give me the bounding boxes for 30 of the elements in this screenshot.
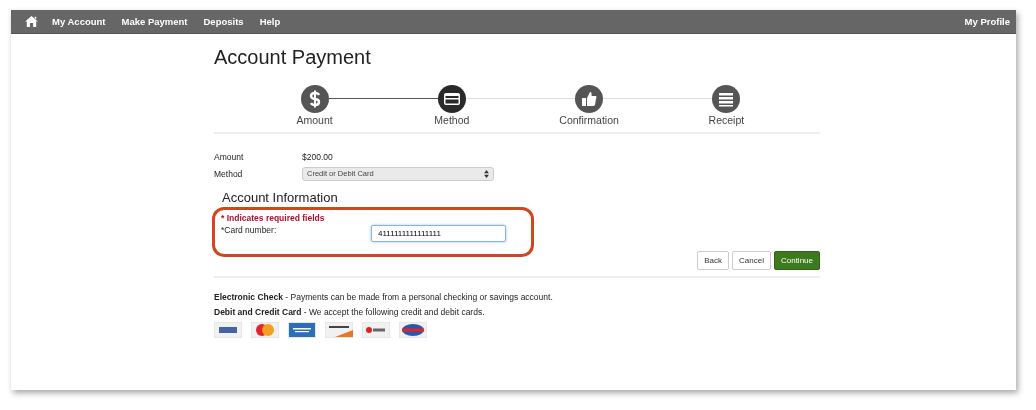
continue-button[interactable]: Continue bbox=[773, 251, 820, 270]
nav-link[interactable]: Make Payment bbox=[121, 16, 188, 27]
step-label: Method bbox=[434, 114, 470, 126]
field-label: Method bbox=[214, 168, 244, 179]
card-logo-icon bbox=[362, 322, 390, 338]
nav-link[interactable]: My Account bbox=[52, 16, 106, 27]
required-note: * Indicates required fields bbox=[221, 213, 326, 223]
section-title: Account Information bbox=[222, 190, 339, 205]
profile-link[interactable]: My Profile bbox=[964, 16, 1010, 27]
field-label: *Card number: bbox=[221, 225, 278, 235]
back-button[interactable]: Back bbox=[697, 251, 730, 270]
card-logo-icon bbox=[251, 322, 279, 338]
nav-link[interactable]: Deposits bbox=[203, 16, 244, 27]
step-label: Amount bbox=[296, 114, 333, 126]
home-icon[interactable] bbox=[25, 16, 38, 27]
nav-link[interactable]: Help bbox=[259, 16, 281, 27]
card-number-input[interactable]: 4111111111111111 bbox=[371, 225, 506, 242]
field-label: Amount bbox=[214, 151, 245, 162]
card-logo-icon bbox=[325, 322, 353, 338]
card-logo-icon bbox=[214, 322, 242, 338]
info-text: Electronic Check - Payments can be made from a personal checking or savings account. bbox=[214, 292, 554, 302]
cancel-button[interactable]: Cancel bbox=[732, 251, 771, 270]
info-text: Debit and Credit Card - We accept the following credit and debit cards. bbox=[214, 307, 486, 317]
card-logo-icon bbox=[288, 322, 316, 338]
page-title: Account Payment bbox=[214, 46, 372, 69]
card-logo-icon bbox=[399, 322, 427, 338]
step-label: Receipt bbox=[708, 114, 745, 126]
stepper-arrows-icon bbox=[484, 169, 489, 178]
amount-value: $200.00 bbox=[302, 151, 333, 162]
step-label: Confirmation bbox=[559, 114, 619, 126]
